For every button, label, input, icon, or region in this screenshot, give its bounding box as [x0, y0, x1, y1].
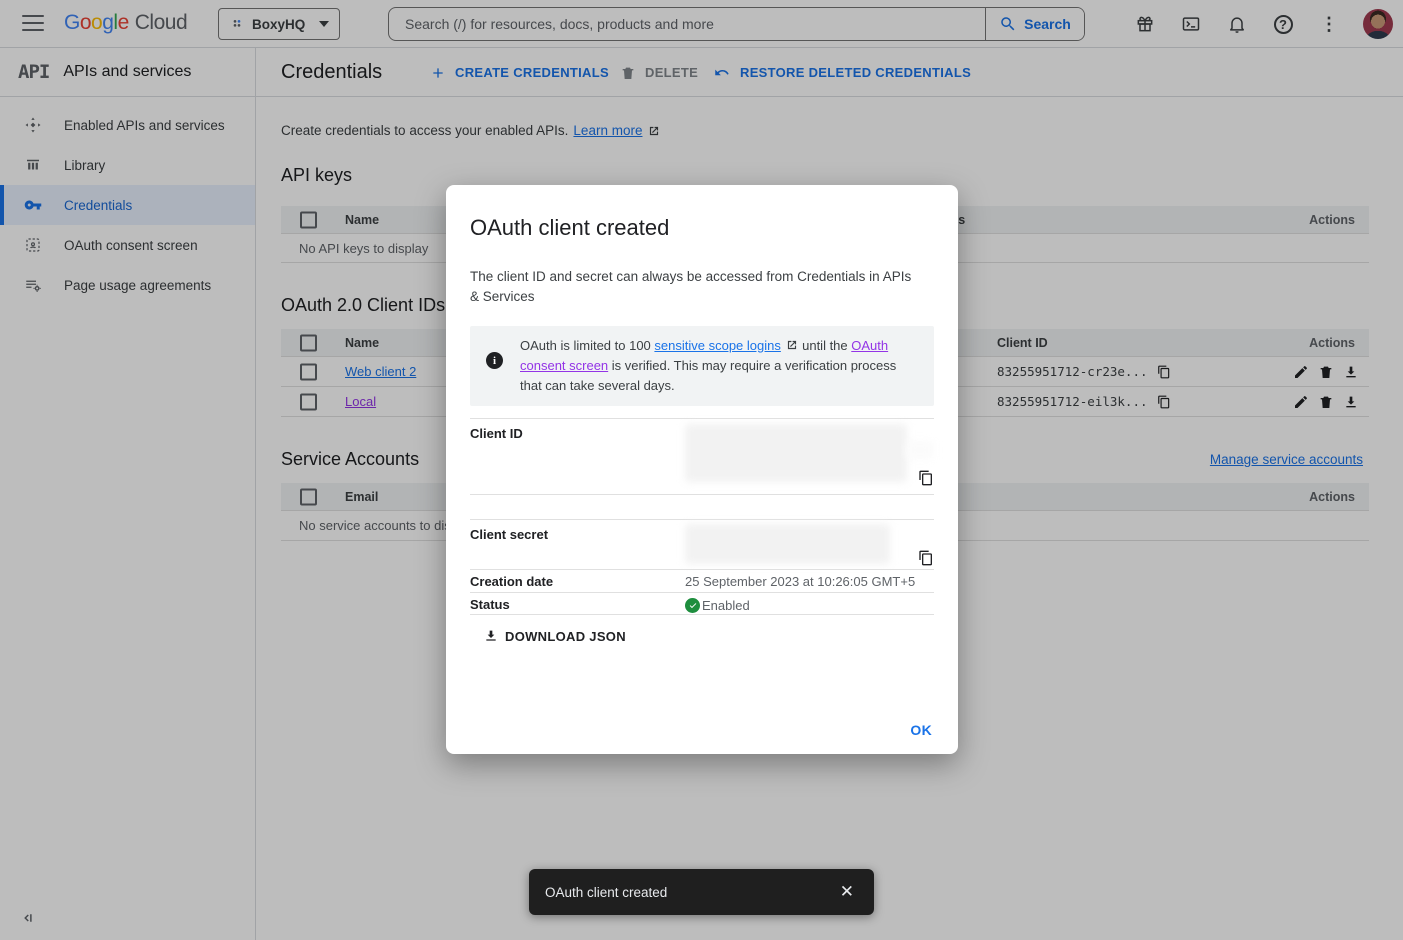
oauth-client-created-dialog: OAuth client created The client ID and s… [446, 185, 958, 754]
status-value: Enabled [685, 593, 934, 614]
close-icon[interactable]: ✕ [836, 878, 858, 906]
download-json-button[interactable]: DOWNLOAD JSON [483, 628, 626, 644]
verification-notice: i OAuth is limited to 100 sensitive scop… [470, 326, 934, 406]
status-label: Status [470, 593, 685, 614]
client-details: Client ID Client secret Creation date 25… [470, 418, 934, 615]
info-icon: i [486, 352, 503, 369]
notice-text: OAuth is limited to 100 sensitive scope … [520, 336, 912, 396]
client-id-label: Client ID [470, 419, 685, 494]
download-icon [483, 628, 499, 644]
sensitive-scope-logins-link[interactable]: sensitive scope logins [654, 338, 780, 353]
client-id-row: Client ID [470, 418, 934, 494]
creation-date-row: Creation date 25 September 2023 at 10:26… [470, 569, 934, 592]
external-link-icon [785, 338, 799, 352]
client-secret-row: Client secret [470, 519, 934, 569]
check-circle-icon [685, 598, 700, 613]
copy-icon[interactable] [918, 470, 934, 486]
toast-message: OAuth client created [545, 885, 836, 900]
copy-icon[interactable] [918, 550, 934, 566]
dialog-body-text: The client ID and secret can always be a… [470, 267, 920, 307]
snackbar-toast: OAuth client created ✕ [529, 869, 874, 915]
dialog-title: OAuth client created [470, 215, 934, 241]
ok-button[interactable]: OK [910, 722, 932, 738]
spacer-row [470, 494, 934, 519]
creation-date-label: Creation date [470, 570, 685, 592]
client-secret-value-redacted [685, 520, 934, 569]
client-secret-label: Client secret [470, 520, 685, 569]
creation-date-value: 25 September 2023 at 10:26:05 GMT+5 [685, 570, 934, 592]
status-row: Status Enabled [470, 592, 934, 614]
client-id-value-redacted [685, 419, 934, 494]
